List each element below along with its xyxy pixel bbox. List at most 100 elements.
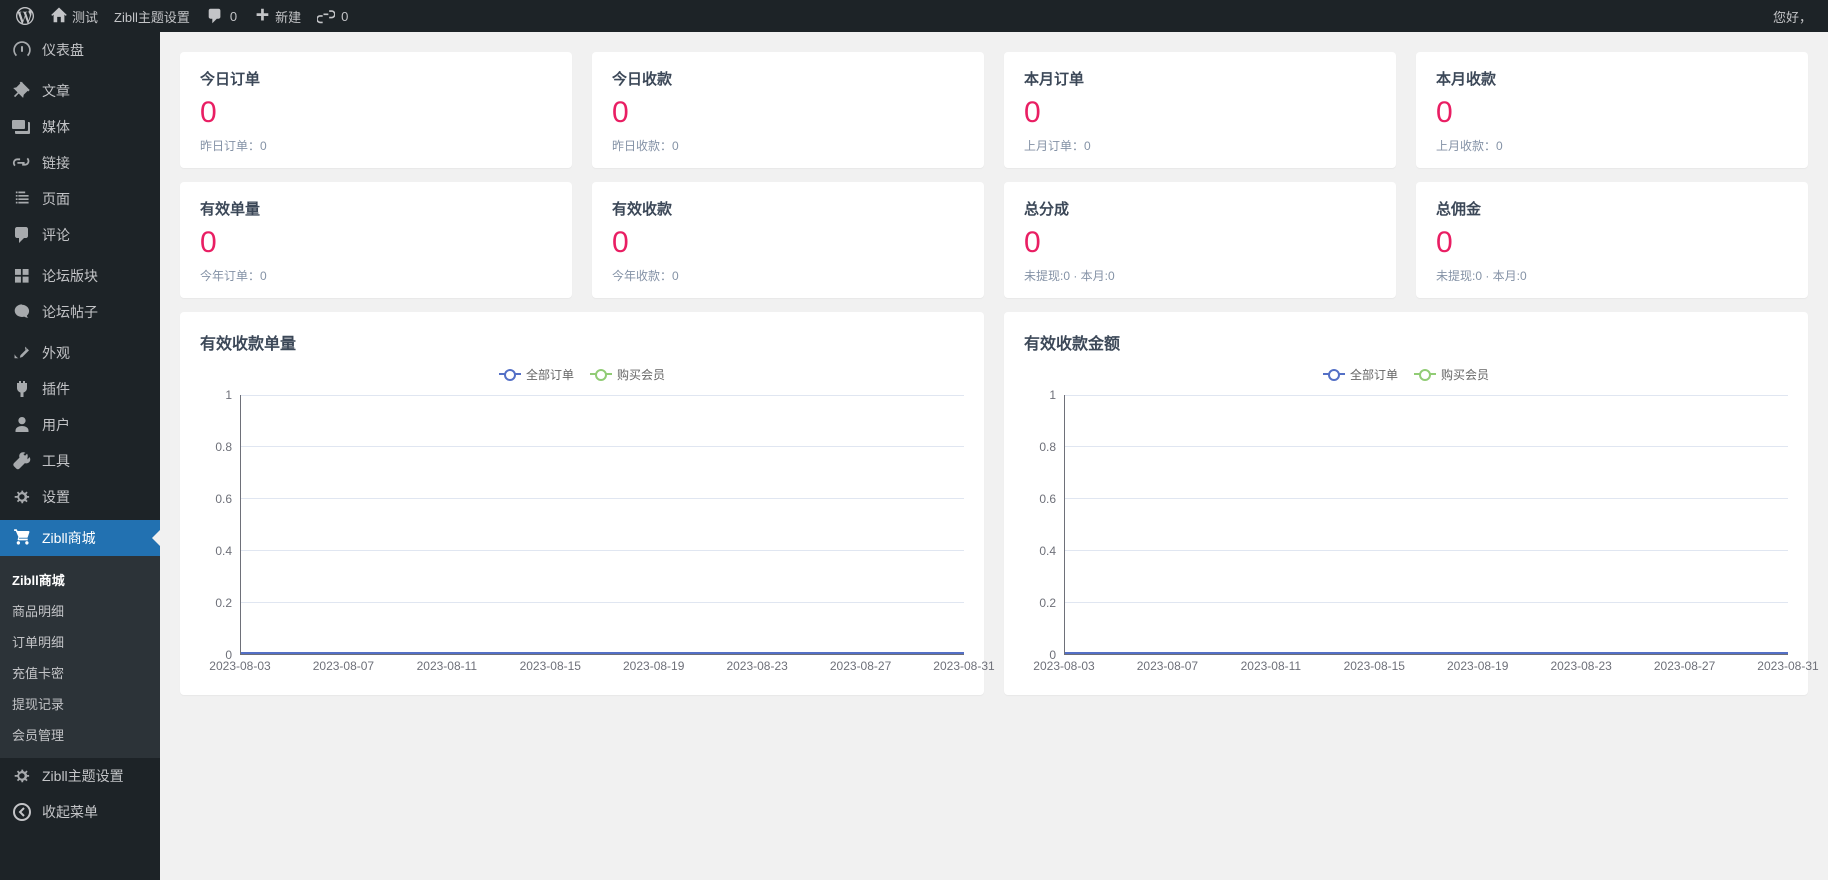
legend-marker-icon xyxy=(590,373,612,375)
user-greeting[interactable]: 您好， xyxy=(1765,0,1820,32)
legend-item[interactable]: 全部订单 xyxy=(499,366,574,383)
menu-posts[interactable]: 文章 xyxy=(0,73,160,109)
plus-icon xyxy=(253,7,271,25)
menu-users[interactable]: 用户 xyxy=(0,407,160,443)
legend-item[interactable]: 全部订单 xyxy=(1323,366,1398,383)
comments-menu-icon xyxy=(12,225,32,245)
y-tick: 0.6 xyxy=(1039,492,1056,506)
menu-tools[interactable]: 工具 xyxy=(0,443,160,479)
new-content-link[interactable]: 新建 xyxy=(245,0,309,32)
legend-item[interactable]: 购买会员 xyxy=(590,366,665,383)
stats-row-1: 今日订单0昨日订单：0今日收款0昨日收款：0本月订单0上月订单：0本月收款0上月… xyxy=(180,52,1808,168)
menu-media[interactable]: 媒体 xyxy=(0,109,160,145)
grid-line xyxy=(241,602,964,603)
pin-icon xyxy=(12,81,32,101)
stat-card: 今日订单0昨日订单：0 xyxy=(180,52,572,168)
grid-line xyxy=(1065,498,1788,499)
stat-title: 有效收款 xyxy=(612,198,964,219)
link-count-item[interactable]: 0 xyxy=(309,0,356,32)
forum-icon xyxy=(12,266,32,286)
stat-card: 今日收款0昨日收款：0 xyxy=(592,52,984,168)
stat-value: 0 xyxy=(1024,95,1376,131)
cart-icon xyxy=(12,528,32,548)
dashboard-icon xyxy=(12,40,32,60)
menu-forum-posts[interactable]: 论坛帖子 xyxy=(0,294,160,330)
link-icon xyxy=(317,7,335,25)
stat-card: 本月订单0上月订单：0 xyxy=(1004,52,1396,168)
y-tick: 1 xyxy=(1049,388,1056,402)
submenu-products[interactable]: 商品明细 xyxy=(0,595,160,626)
menu-zibll-theme[interactable]: Zibll主题设置 xyxy=(0,758,160,794)
gear-icon xyxy=(12,766,32,786)
submenu-withdraw[interactable]: 提现记录 xyxy=(0,688,160,719)
plot-area[interactable] xyxy=(240,395,964,655)
menu-pages[interactable]: 页面 xyxy=(0,181,160,217)
legend-label: 购买会员 xyxy=(1441,366,1489,383)
comments-count: 0 xyxy=(230,9,237,24)
plot-area[interactable] xyxy=(1064,395,1788,655)
comment-icon xyxy=(206,7,224,25)
submenu-zibll-shop: Zibll商城 商品明细 订单明细 充值卡密 提现记录 会员管理 xyxy=(0,556,160,758)
stat-value: 0 xyxy=(612,225,964,261)
grid-line xyxy=(1065,446,1788,447)
charts-row: 有效收款单量全部订单购买会员00.20.40.60.812023-08-0320… xyxy=(180,312,1808,695)
comments-link[interactable]: 0 xyxy=(198,0,245,32)
legend-label: 全部订单 xyxy=(526,366,574,383)
x-tick: 2023-08-19 xyxy=(623,659,684,673)
stat-card: 本月收款0上月收款：0 xyxy=(1416,52,1808,168)
menu-plugins[interactable]: 插件 xyxy=(0,371,160,407)
link-count: 0 xyxy=(341,9,348,24)
menu-appearance[interactable]: 外观 xyxy=(0,335,160,371)
stat-value: 0 xyxy=(1436,95,1788,131)
x-tick: 2023-08-07 xyxy=(1137,659,1198,673)
theme-settings-link[interactable]: Zibll主题设置 xyxy=(106,0,198,32)
legend-item[interactable]: 购买会员 xyxy=(1414,366,1489,383)
chart-card: 有效收款单量全部订单购买会员00.20.40.60.812023-08-0320… xyxy=(180,312,984,695)
x-tick: 2023-08-27 xyxy=(1654,659,1715,673)
submenu-recharge[interactable]: 充值卡密 xyxy=(0,657,160,688)
grid-line xyxy=(241,395,964,396)
data-line xyxy=(1065,652,1788,654)
x-tick: 2023-08-19 xyxy=(1447,659,1508,673)
grid-line xyxy=(1065,550,1788,551)
stat-subtext: 上月订单：0 xyxy=(1024,137,1376,154)
x-tick: 2023-08-31 xyxy=(1757,659,1818,673)
x-axis: 2023-08-032023-08-072023-08-112023-08-15… xyxy=(1064,659,1788,675)
grid-line xyxy=(241,446,964,447)
site-link[interactable]: 测试 xyxy=(42,0,106,32)
menu-settings[interactable]: 设置 xyxy=(0,479,160,515)
y-tick: 0.4 xyxy=(215,544,232,558)
stat-subtext: 今年收款：0 xyxy=(612,267,964,284)
menu-forum-boards[interactable]: 论坛版块 xyxy=(0,258,160,294)
x-tick: 2023-08-23 xyxy=(726,659,787,673)
menu-comments[interactable]: 评论 xyxy=(0,217,160,253)
appearance-icon xyxy=(12,343,32,363)
grid-line xyxy=(1065,602,1788,603)
stat-title: 今日收款 xyxy=(612,68,964,89)
y-tick: 0.6 xyxy=(215,492,232,506)
chart-card: 有效收款金额全部订单购买会员00.20.40.60.812023-08-0320… xyxy=(1004,312,1808,695)
submenu-members[interactable]: 会员管理 xyxy=(0,719,160,750)
menu-links[interactable]: 链接 xyxy=(0,145,160,181)
wordpress-logo[interactable] xyxy=(8,0,42,32)
chart-area: 00.20.40.60.812023-08-032023-08-072023-0… xyxy=(200,395,964,675)
chart-title: 有效收款单量 xyxy=(200,330,964,354)
y-tick: 0.2 xyxy=(215,596,232,610)
admin-topbar: 测试 Zibll主题设置 0 新建 0 您好， xyxy=(0,0,1828,32)
x-tick: 2023-08-11 xyxy=(1241,659,1302,673)
stat-title: 总佣金 xyxy=(1436,198,1788,219)
submenu-orders[interactable]: 订单明细 xyxy=(0,626,160,657)
stat-value: 0 xyxy=(1436,225,1788,261)
legend-marker-icon xyxy=(1414,373,1436,375)
menu-dashboard[interactable]: 仪表盘 xyxy=(0,32,160,68)
submenu-shop-home[interactable]: Zibll商城 xyxy=(0,564,160,595)
menu-collapse[interactable]: 收起菜单 xyxy=(0,794,160,830)
stat-value: 0 xyxy=(1024,225,1376,261)
grid-line xyxy=(241,550,964,551)
y-tick: 1 xyxy=(225,388,232,402)
stat-title: 本月收款 xyxy=(1436,68,1788,89)
menu-zibll-shop[interactable]: Zibll商城 xyxy=(0,520,160,556)
posts-icon xyxy=(12,302,32,322)
links-icon xyxy=(12,153,32,173)
stat-value: 0 xyxy=(612,95,964,131)
